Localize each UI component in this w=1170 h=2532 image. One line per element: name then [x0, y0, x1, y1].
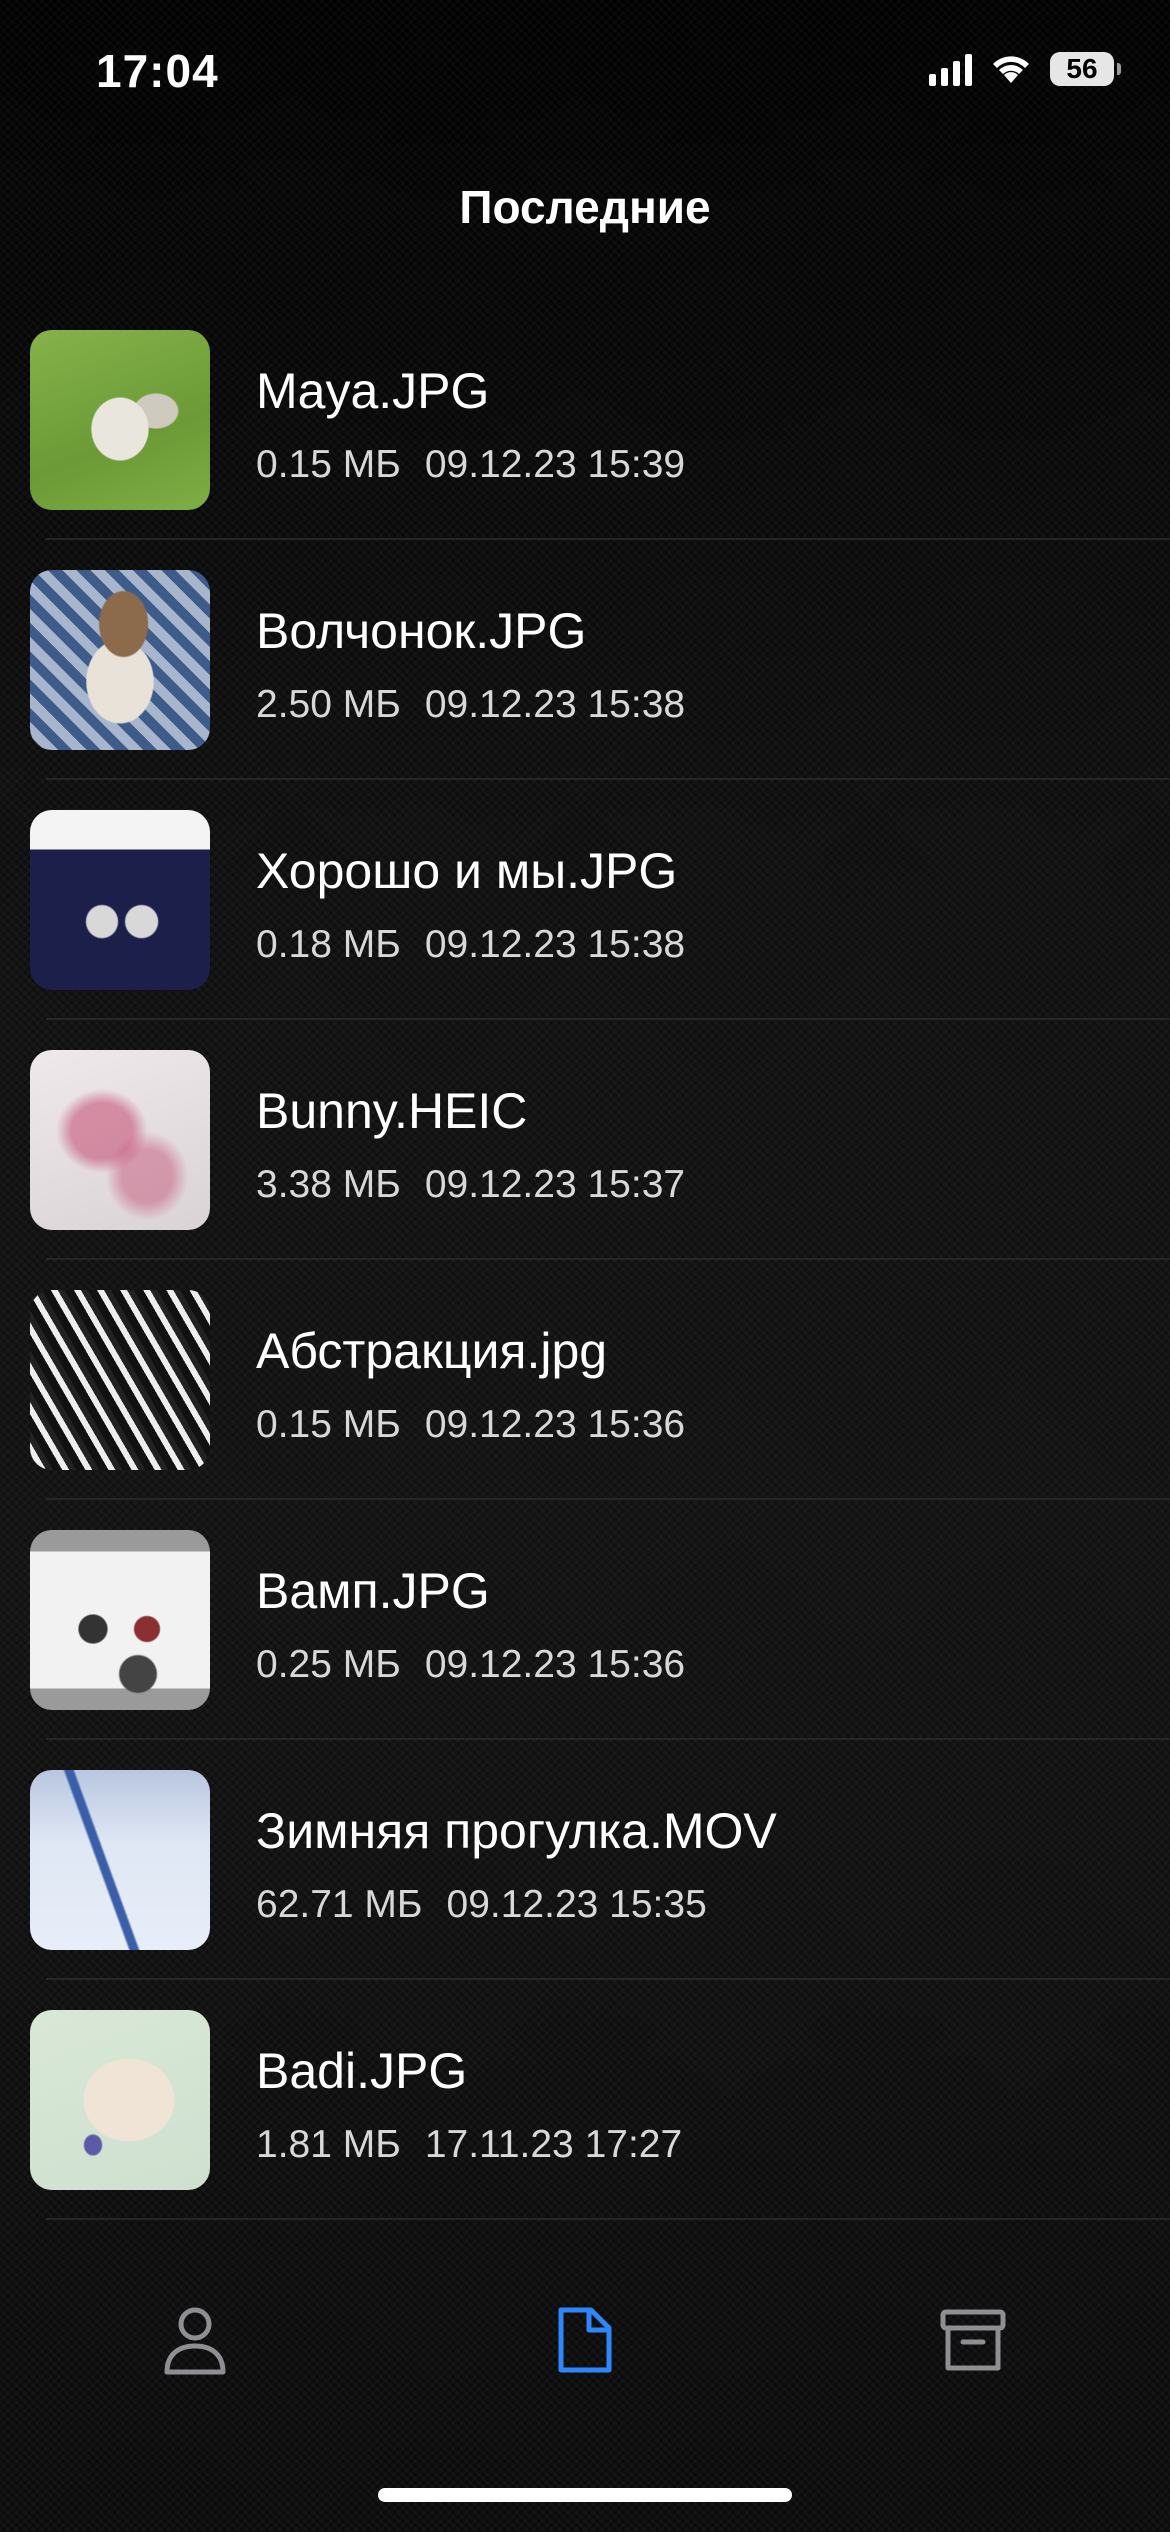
file-thumbnail [30, 1530, 210, 1710]
file-size: 1.81 МБ [256, 2123, 401, 2166]
file-date: 09.12.23 15:36 [424, 1403, 686, 1446]
file-date: 09.12.23 15:38 [424, 683, 686, 726]
file-size: 0.15 МБ [256, 1403, 401, 1446]
document-icon [558, 2307, 612, 2373]
status-time: 17:04 [96, 45, 219, 97]
archive-box-icon [940, 2309, 1006, 2371]
list-item[interactable]: Bunny.HEIC 3.38 МБ 09.12.23 15:37 [0, 1020, 1170, 1260]
status-bar: 17:04 56 [0, 0, 1170, 150]
file-thumbnail [30, 1770, 210, 1950]
file-size: 0.25 МБ [256, 1643, 401, 1686]
list-item[interactable]: Волчонок.JPG 2.50 МБ 09.12.23 15:38 [0, 540, 1170, 780]
battery-icon: 56 [1050, 52, 1121, 86]
file-size: 0.15 МБ [256, 443, 401, 486]
file-date: 17.11.23 17:27 [424, 2123, 683, 2166]
file-date: 09.12.23 15:39 [424, 443, 686, 486]
file-name: Хорошо и мы.JPG [256, 843, 678, 899]
file-name: Maya.JPG [256, 363, 490, 419]
file-size: 62.71 МБ [256, 1883, 423, 1926]
tab-profile[interactable] [155, 2300, 235, 2380]
file-date: 09.12.23 15:36 [424, 1643, 686, 1686]
tab-files[interactable] [545, 2300, 625, 2380]
file-meta: 62.71 МБ 09.12.23 15:35 [256, 1883, 707, 1927]
file-thumbnail [30, 330, 210, 510]
file-size: 3.38 МБ [256, 1163, 401, 1206]
file-thumbnail [30, 2010, 210, 2190]
file-thumbnail [30, 1290, 210, 1470]
page-title: Последние [459, 181, 711, 233]
file-thumbnail [30, 1050, 210, 1230]
file-meta: 2.50 МБ 09.12.23 15:38 [256, 683, 685, 727]
file-meta: 0.15 МБ 09.12.23 15:39 [256, 443, 685, 487]
file-thumbnail [30, 570, 210, 750]
battery-level: 56 [1066, 53, 1098, 84]
home-indicator[interactable] [378, 2488, 792, 2502]
file-meta: 0.18 МБ 09.12.23 15:38 [256, 923, 685, 967]
file-name: Волчонок.JPG [256, 603, 587, 659]
list-item[interactable]: Badi.JPG 1.81 МБ 17.11.23 17:27 [0, 1980, 1170, 2220]
file-meta: 3.38 МБ 09.12.23 15:37 [256, 1163, 685, 1207]
file-name: Абстракция.jpg [256, 1323, 608, 1379]
file-name: Bunny.HEIC [256, 1083, 528, 1139]
file-date: 09.12.23 15:35 [446, 1883, 707, 1926]
person-icon [164, 2307, 226, 2375]
file-meta: 1.81 МБ 17.11.23 17:27 [256, 2123, 682, 2167]
screen: 17:04 56 Последние Maya.JPG 0.15 МБ 09.12… [0, 0, 1170, 2532]
file-size: 0.18 МБ [256, 923, 401, 966]
list-item[interactable]: Вамп.JPG 0.25 МБ 09.12.23 15:36 [0, 1500, 1170, 1740]
file-meta: 0.25 МБ 09.12.23 15:36 [256, 1643, 685, 1687]
recent-files-list: Maya.JPG 0.15 МБ 09.12.23 15:39 Волчонок.… [0, 300, 1170, 2220]
tab-archive[interactable] [933, 2300, 1013, 2380]
file-name: Вамп.JPG [256, 1563, 490, 1619]
list-item[interactable]: Зимняя прогулка.MOV 62.71 МБ 09.12.23 15:… [0, 1740, 1170, 1980]
list-item[interactable]: Абстракция.jpg 0.15 МБ 09.12.23 15:36 [0, 1260, 1170, 1500]
file-size: 2.50 МБ [256, 683, 401, 726]
file-name: Зимняя прогулка.MOV [256, 1803, 777, 1859]
tab-bar [0, 2240, 1170, 2440]
cellular-signal-icon [929, 52, 972, 86]
file-thumbnail [30, 810, 210, 990]
file-name: Badi.JPG [256, 2043, 468, 2099]
file-date: 09.12.23 15:37 [424, 1163, 686, 1206]
list-item[interactable]: Maya.JPG 0.15 МБ 09.12.23 15:39 [0, 300, 1170, 540]
list-item[interactable]: Хорошо и мы.JPG 0.18 МБ 09.12.23 15:38 [0, 780, 1170, 1020]
wifi-icon [993, 56, 1029, 83]
status-icons: 56 [929, 52, 1121, 86]
file-date: 09.12.23 15:38 [424, 923, 686, 966]
file-meta: 0.15 МБ 09.12.23 15:36 [256, 1403, 685, 1447]
